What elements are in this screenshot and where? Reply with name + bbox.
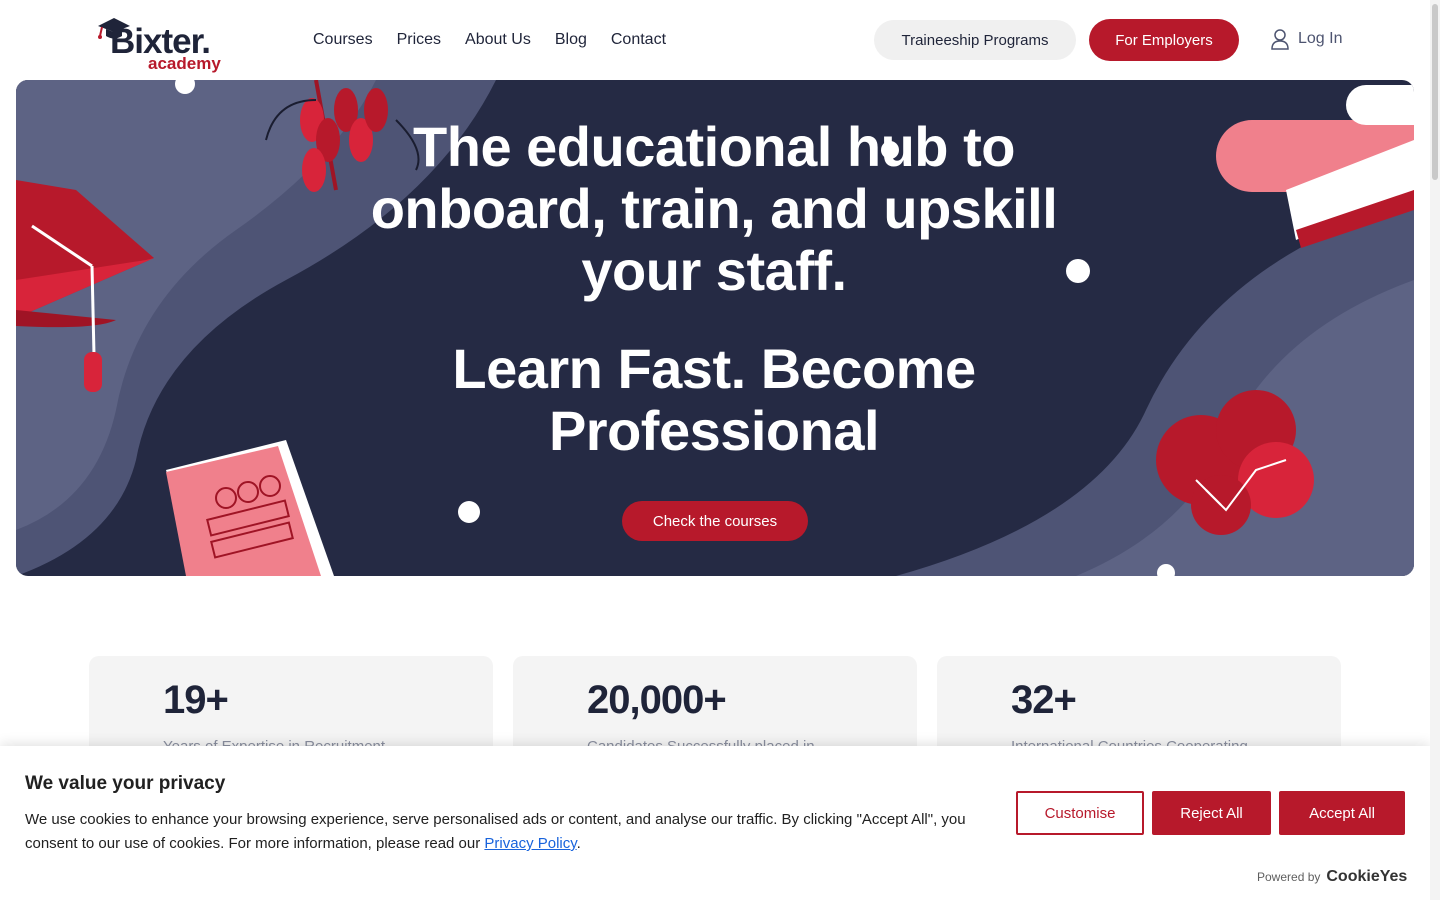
cookie-consent-banner: We value your privacy We use cookies to … bbox=[0, 746, 1430, 900]
reject-all-button[interactable]: Reject All bbox=[1152, 791, 1271, 835]
traineeship-programs-button[interactable]: Traineeship Programs bbox=[874, 20, 1076, 60]
recipe-book-illustration bbox=[166, 440, 334, 576]
check-courses-button[interactable]: Check the courses bbox=[622, 501, 808, 541]
stat-value: 32+ bbox=[1011, 678, 1077, 722]
hero-title: The educational hub to onboard, train, a… bbox=[370, 115, 1058, 302]
site-header: Bixter. academy Courses Prices About Us … bbox=[0, 0, 1430, 80]
customise-button[interactable]: Customise bbox=[1016, 791, 1144, 835]
login-link[interactable]: Log In bbox=[1270, 28, 1342, 50]
accept-all-button[interactable]: Accept All bbox=[1279, 791, 1405, 835]
for-employers-button[interactable]: For Employers bbox=[1089, 19, 1239, 61]
main-nav: Courses Prices About Us Blog Contact bbox=[313, 28, 690, 52]
nav-blog[interactable]: Blog bbox=[555, 28, 587, 52]
cookieyes-logo: CookieYes bbox=[1326, 868, 1408, 885]
cookie-title: We value your privacy bbox=[25, 773, 226, 794]
stat-value: 20,000+ bbox=[587, 678, 727, 722]
cookie-text-end: . bbox=[576, 835, 581, 852]
cookie-description: We use cookies to enhance your browsing … bbox=[25, 808, 1005, 856]
user-icon bbox=[1271, 29, 1289, 50]
stat-value: 19+ bbox=[163, 678, 229, 722]
hero-subtitle: Learn Fast. Become Professional bbox=[452, 337, 976, 462]
privacy-policy-link[interactable]: Privacy Policy bbox=[484, 835, 576, 852]
nav-about-us[interactable]: About Us bbox=[465, 28, 531, 52]
nav-courses[interactable]: Courses bbox=[313, 28, 373, 52]
hero-banner: The educational hub to onboard, train, a… bbox=[16, 80, 1414, 576]
powered-by: Powered by CookieYes bbox=[1257, 868, 1407, 886]
logo-subtitle: academy bbox=[148, 54, 221, 73]
powered-label: Powered by bbox=[1257, 870, 1321, 884]
logo[interactable]: Bixter. academy bbox=[96, 14, 236, 74]
login-label: Log In bbox=[1298, 30, 1343, 47]
nav-contact[interactable]: Contact bbox=[611, 28, 666, 52]
nav-prices[interactable]: Prices bbox=[397, 28, 441, 52]
scrollbar-thumb[interactable] bbox=[1432, 4, 1438, 180]
page-scrollbar[interactable] bbox=[1430, 0, 1440, 900]
